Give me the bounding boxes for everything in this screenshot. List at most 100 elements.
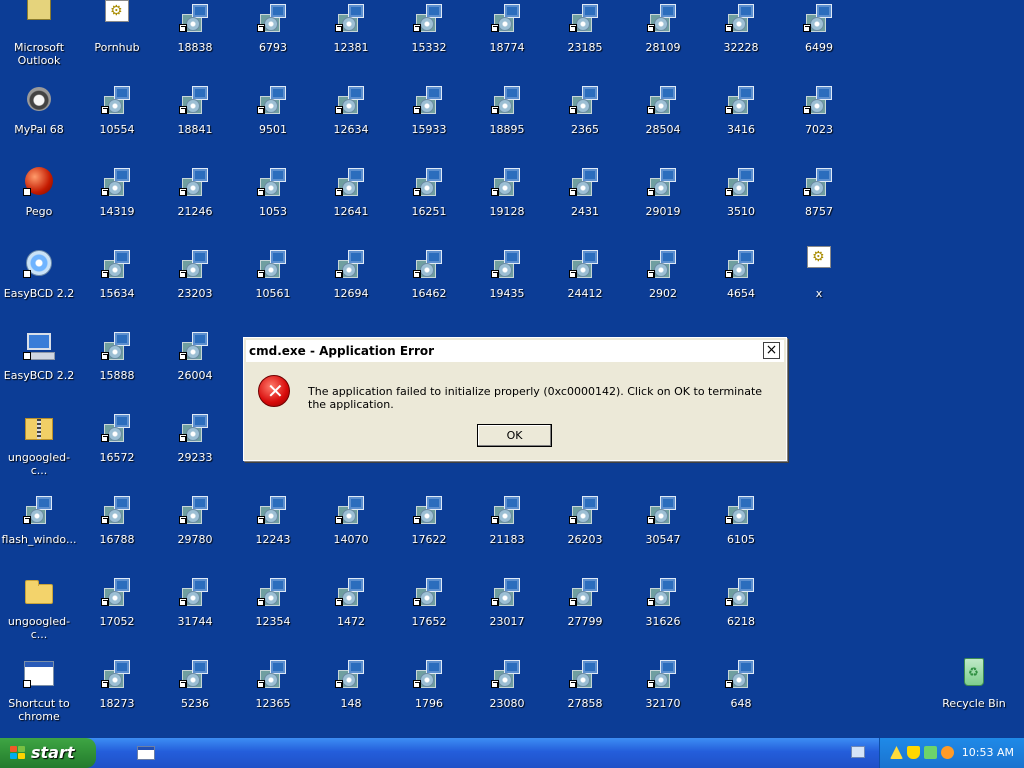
desktop-icon[interactable]: Pornhub xyxy=(78,0,156,84)
desktop-icon[interactable]: 3510 xyxy=(702,166,780,248)
desktop-icon[interactable]: 3416 xyxy=(702,84,780,166)
desktop-icon[interactable]: 12641 xyxy=(312,166,390,248)
desktop-icon[interactable]: 16251 xyxy=(390,166,468,248)
desktop-icon-label: 148 xyxy=(340,697,362,710)
desktop-icon[interactable]: Pego xyxy=(0,166,78,248)
desktop-icon[interactable]: 29780 xyxy=(156,494,234,576)
desktop-icon[interactable]: 10561 xyxy=(234,248,312,330)
warning-icon[interactable] xyxy=(890,746,903,759)
desktop-icon[interactable]: 30547 xyxy=(624,494,702,576)
desktop-icon[interactable]: 18895 xyxy=(468,84,546,166)
desktop-icon[interactable]: Recycle Bin xyxy=(935,658,1013,740)
desktop-icon[interactable]: 18774 xyxy=(468,2,546,84)
desktop-icon[interactable]: 31744 xyxy=(156,576,234,658)
desktop-icon[interactable]: Shortcut to chrome xyxy=(0,658,78,740)
desktop-icon[interactable]: 23203 xyxy=(156,248,234,330)
desktop-icon[interactable]: 2365 xyxy=(546,84,624,166)
desktop-icon[interactable]: 32170 xyxy=(624,658,702,740)
desktop-icon[interactable]: 29019 xyxy=(624,166,702,248)
keyboard-icon[interactable] xyxy=(851,746,865,758)
desktop-icon[interactable]: 648 xyxy=(702,658,780,740)
desktop-icon[interactable]: 1472 xyxy=(312,576,390,658)
desktop-icon[interactable]: 28109 xyxy=(624,2,702,84)
desktop-icon[interactable]: flash_windo... xyxy=(0,494,78,576)
desktop-icon[interactable]: 17052 xyxy=(78,576,156,658)
installer-icon xyxy=(413,494,445,526)
installer-icon xyxy=(257,84,289,116)
search-icon[interactable] xyxy=(941,746,954,759)
desktop-icon[interactable]: 12694 xyxy=(312,248,390,330)
desktop-icon[interactable]: 15933 xyxy=(390,84,468,166)
desktop-icon[interactable]: 6499 xyxy=(780,2,858,84)
installer-icon xyxy=(647,658,679,690)
desktop-icon-label: 10554 xyxy=(99,123,135,136)
desktop-icon-label: ungoogled-c... xyxy=(7,615,71,641)
desktop-icon[interactable]: 4654 xyxy=(702,248,780,330)
desktop-icon[interactable]: 19435 xyxy=(468,248,546,330)
desktop-icon[interactable]: 24412 xyxy=(546,248,624,330)
outlook-icon xyxy=(23,0,55,34)
taskbar-window-icon[interactable] xyxy=(137,746,155,760)
desktop-icon[interactable]: 2902 xyxy=(624,248,702,330)
desktop-icon[interactable]: 29233 xyxy=(156,412,234,494)
desktop-icon[interactable]: 31626 xyxy=(624,576,702,658)
desktop-icon[interactable]: 18273 xyxy=(78,658,156,740)
desktop-icon[interactable]: ungoogled-c... xyxy=(0,576,78,658)
desktop-icon[interactable]: 27799 xyxy=(546,576,624,658)
desktop-icon[interactable]: EasyBCD 2.2 xyxy=(0,330,78,412)
desktop-icon[interactable]: 7023 xyxy=(780,84,858,166)
desktop-icon[interactable]: 8757 xyxy=(780,166,858,248)
desktop-icon[interactable]: 12381 xyxy=(312,2,390,84)
desktop-icon[interactable]: 28504 xyxy=(624,84,702,166)
desktop-icon[interactable]: 1796 xyxy=(390,658,468,740)
desktop-icon[interactable]: MyPal 68 xyxy=(0,84,78,166)
desktop-icon[interactable]: 17652 xyxy=(390,576,468,658)
dialog-titlebar[interactable]: cmd.exe - Application Error × xyxy=(246,340,784,362)
desktop-icon[interactable]: 23017 xyxy=(468,576,546,658)
desktop-icon[interactable]: 12365 xyxy=(234,658,312,740)
desktop-icon[interactable]: 23185 xyxy=(546,2,624,84)
desktop-icon[interactable]: EasyBCD 2.2 xyxy=(0,248,78,330)
desktop-icon[interactable]: 26203 xyxy=(546,494,624,576)
shield-icon[interactable] xyxy=(907,746,920,759)
desktop-icon[interactable]: 16462 xyxy=(390,248,468,330)
desktop-icon[interactable]: 14319 xyxy=(78,166,156,248)
desktop-icon-label: 648 xyxy=(730,697,752,710)
desktop-icon[interactable]: Microsoft Outlook xyxy=(0,0,78,84)
desktop-icon[interactable]: 23080 xyxy=(468,658,546,740)
desktop-icon[interactable]: 21246 xyxy=(156,166,234,248)
desktop-icon[interactable]: 6793 xyxy=(234,2,312,84)
desktop-icon[interactable]: 1053 xyxy=(234,166,312,248)
desktop-icon[interactable]: 27858 xyxy=(546,658,624,740)
desktop-icon[interactable]: 18838 xyxy=(156,2,234,84)
desktop-icon[interactable]: 6218 xyxy=(702,576,780,658)
desktop-icon[interactable]: 18841 xyxy=(156,84,234,166)
desktop-icon[interactable]: 14070 xyxy=(312,494,390,576)
desktop-icon[interactable]: 6105 xyxy=(702,494,780,576)
desktop-icon[interactable]: 16572 xyxy=(78,412,156,494)
desktop-icon-label: EasyBCD 2.2 xyxy=(3,287,75,300)
desktop-icon[interactable]: 12354 xyxy=(234,576,312,658)
desktop-icon[interactable]: x xyxy=(780,246,858,330)
desktop-icon[interactable]: 10554 xyxy=(78,84,156,166)
desktop-icon[interactable]: 26004 xyxy=(156,330,234,412)
network-icon[interactable] xyxy=(924,746,937,759)
ok-button[interactable]: OK xyxy=(477,424,552,447)
desktop-icon[interactable]: 16788 xyxy=(78,494,156,576)
desktop-icon[interactable]: 19128 xyxy=(468,166,546,248)
desktop-icon[interactable]: 12243 xyxy=(234,494,312,576)
desktop-icon[interactable]: 12634 xyxy=(312,84,390,166)
desktop-icon[interactable]: ungoogled-c... xyxy=(0,412,78,494)
close-button[interactable]: × xyxy=(763,342,780,359)
start-button[interactable]: start xyxy=(0,738,96,768)
desktop-icon[interactable]: 148 xyxy=(312,658,390,740)
desktop-icon[interactable]: 32228 xyxy=(702,2,780,84)
desktop-icon[interactable]: 17622 xyxy=(390,494,468,576)
desktop-icon[interactable]: 21183 xyxy=(468,494,546,576)
desktop-icon[interactable]: 2431 xyxy=(546,166,624,248)
desktop-icon[interactable]: 15888 xyxy=(78,330,156,412)
desktop-icon[interactable]: 15634 xyxy=(78,248,156,330)
desktop-icon[interactable]: 9501 xyxy=(234,84,312,166)
desktop-icon[interactable]: 15332 xyxy=(390,2,468,84)
desktop-icon[interactable]: 5236 xyxy=(156,658,234,740)
